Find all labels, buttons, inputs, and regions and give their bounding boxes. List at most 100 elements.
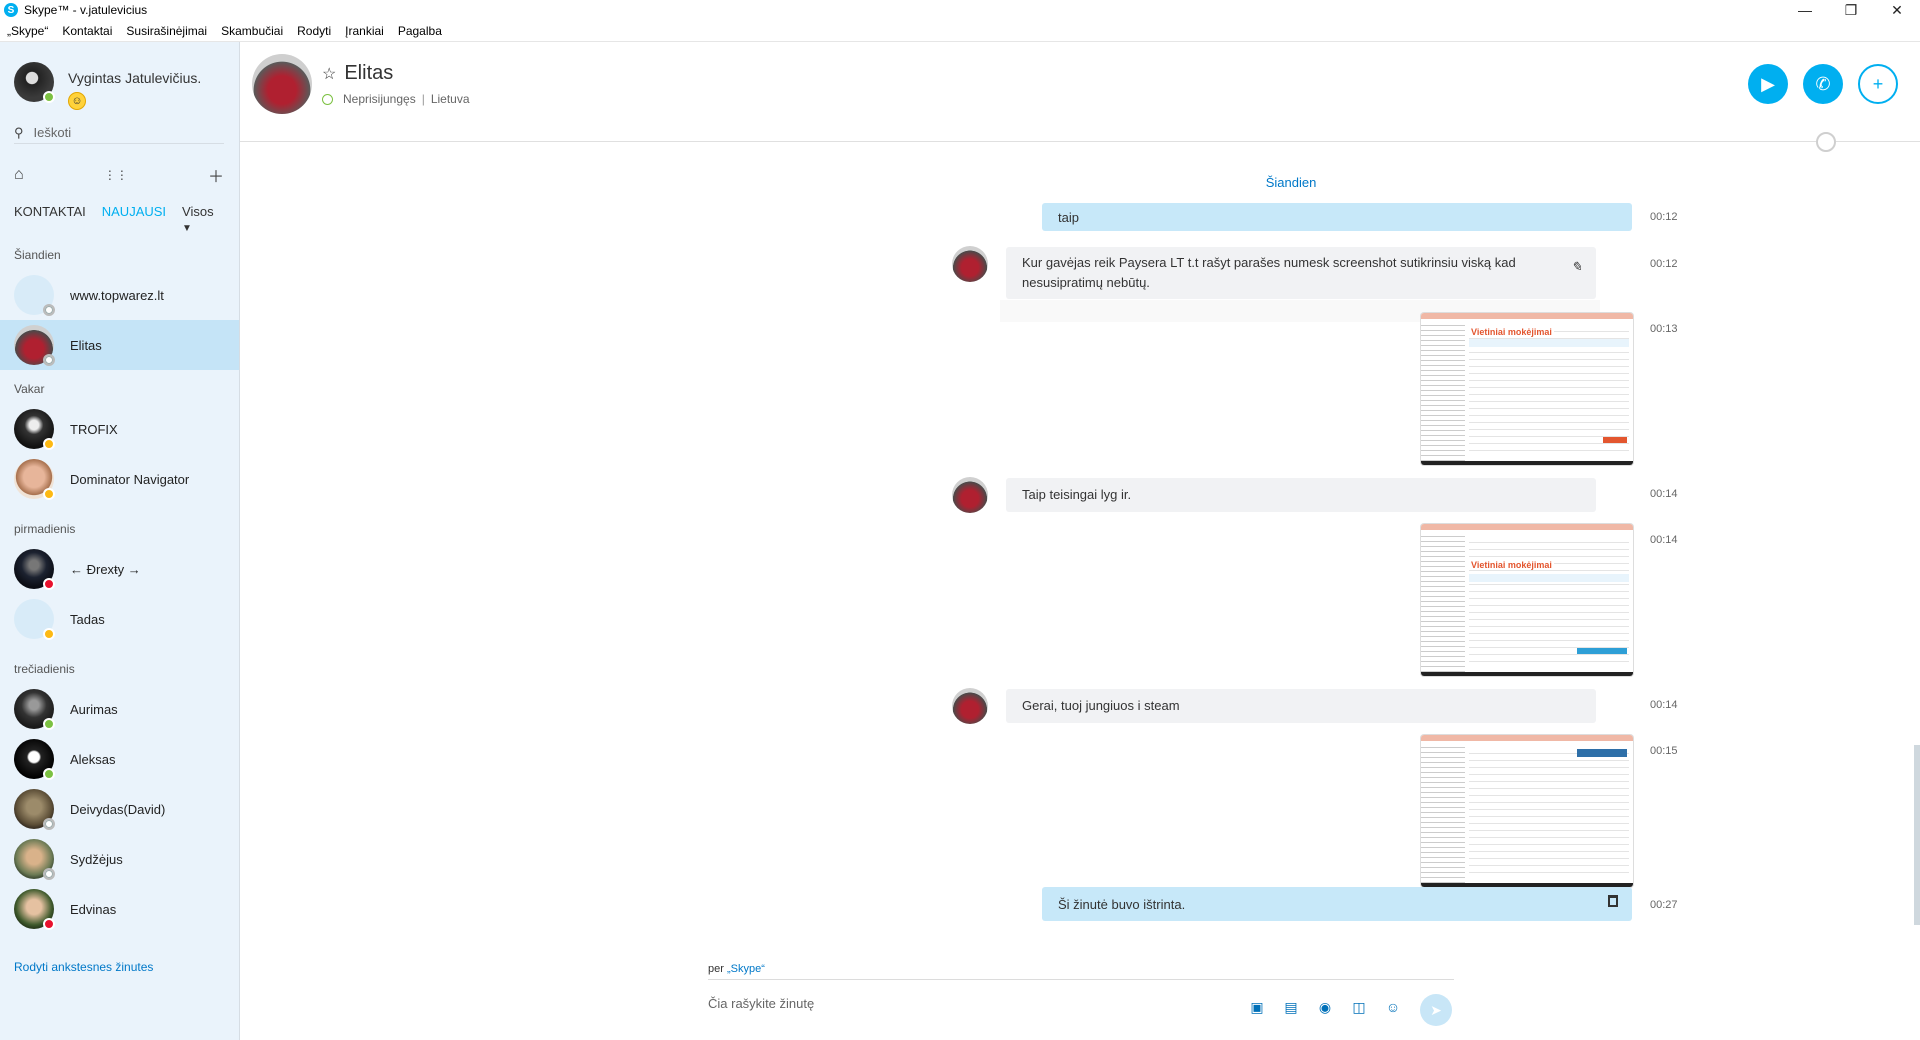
image-button <box>1603 437 1627 443</box>
close-icon[interactable]: ✕ <box>1874 0 1920 20</box>
status-away-icon <box>43 628 55 640</box>
status-offline-icon <box>43 304 55 316</box>
maximize-icon[interactable]: ❐ <box>1828 0 1874 20</box>
avatar[interactable] <box>952 688 988 724</box>
menu-calls[interactable]: Skambučiai <box>214 24 290 38</box>
image-notice <box>1469 339 1629 347</box>
contact-name: TROFIX <box>70 421 118 437</box>
trash-icon <box>1608 895 1618 907</box>
video-camera-icon: ▶ <box>1761 73 1775 94</box>
message-time: 00:13 <box>1650 323 1678 335</box>
tab-contacts[interactable]: KONTAKTAI <box>14 204 86 234</box>
status-offline-icon <box>43 818 55 830</box>
contact-status: Neprisijungęs | Lietuva <box>322 92 470 106</box>
contact-item[interactable]: www.topwarez.lt <box>0 270 239 320</box>
menu-contacts[interactable]: Kontaktai <box>55 24 119 38</box>
profile[interactable]: Vygintas Jatulevičius. ☺ <box>14 62 201 110</box>
contact-item[interactable]: ← Ðrexŧy → <box>0 544 239 594</box>
avatar[interactable] <box>252 54 312 114</box>
dialpad-icon[interactable]: ⋮⋮ <box>104 168 128 182</box>
filter-dropdown[interactable]: Visos ▼ <box>182 204 230 234</box>
incoming-message[interactable]: Kur gavėjas reik Paysera LT t.t rašyt pa… <box>1006 247 1596 299</box>
add-people-button[interactable]: + <box>1858 64 1898 104</box>
send-arrow-icon: ➤ <box>1430 1001 1442 1018</box>
mood-emoticon-icon[interactable]: ☺ <box>68 92 86 110</box>
video-message-icon[interactable]: ◉ <box>1315 998 1335 1016</box>
message-time: 00:15 <box>1650 745 1678 757</box>
scrollbar[interactable] <box>1914 745 1920 925</box>
search-icon: ⚲ <box>14 124 24 140</box>
avatar[interactable] <box>14 62 55 103</box>
group-label-monday: pirmadienis <box>14 522 76 536</box>
minimize-icon[interactable]: — <box>1782 0 1828 20</box>
status-offline-icon <box>43 354 55 366</box>
contact-item[interactable]: Edvinas <box>0 884 239 934</box>
contact-item[interactable]: Aleksas <box>0 734 239 784</box>
send-via: per „Skype“ <box>708 963 765 975</box>
add-icon[interactable]: ＋ <box>208 163 224 187</box>
menu-help[interactable]: Pagalba <box>391 24 449 38</box>
send-button[interactable]: ➤ <box>1420 994 1452 1026</box>
image-sidebar <box>1421 532 1465 672</box>
avatar[interactable] <box>952 477 988 513</box>
tab-recent[interactable]: NAUJAUSI <box>102 204 166 234</box>
favorite-star-icon[interactable]: ☆ <box>322 64 336 84</box>
contact-item[interactable]: Dominator Navigator <box>0 454 239 504</box>
message-time: 00:14 <box>1650 534 1678 546</box>
chevron-down-icon: ▼ <box>182 223 192 234</box>
video-call-button[interactable]: ▶ <box>1748 64 1788 104</box>
search-input[interactable]: Ieškoti <box>34 125 72 140</box>
contact-item[interactable]: Aurimas <box>0 684 239 734</box>
menu-view[interactable]: Rodyti <box>290 24 338 38</box>
status-offline-icon <box>322 93 333 105</box>
image-bottom-bar <box>1421 461 1633 465</box>
image-attachment[interactable]: Vietiniai mokėjimai <box>1421 313 1633 465</box>
default-avatar-icon <box>14 275 55 316</box>
emoticon-icon[interactable]: ☺ <box>1383 998 1403 1016</box>
contact-name: Aleksas <box>70 751 116 767</box>
home-icon[interactable]: ⌂ <box>14 166 24 184</box>
via-service-link[interactable]: „Skype“ <box>727 963 765 975</box>
online-status-icon <box>43 91 55 103</box>
incoming-message[interactable]: Taip teisingai lyg ir. <box>1006 478 1596 512</box>
image-button <box>1577 648 1627 654</box>
location-text: Lietuva <box>430 92 470 106</box>
message-text: Ši žinutė buvo ištrinta. <box>1058 896 1186 912</box>
send-file-icon[interactable]: ▤ <box>1281 998 1301 1016</box>
contact-item[interactable]: Sydžėjus <box>0 834 239 884</box>
outgoing-message[interactable]: taip <box>1042 203 1632 231</box>
phone-icon: ✆ <box>1815 73 1831 94</box>
avatar <box>14 549 55 590</box>
contact-item[interactable]: TROFIX <box>0 404 239 454</box>
send-contact-icon[interactable]: ◫ <box>1349 998 1369 1016</box>
contact-item[interactable]: Tadas <box>0 594 239 644</box>
message-input[interactable]: Čia rašykite žinutę <box>708 996 814 1011</box>
image-attachment[interactable]: Vietiniai mokėjimai <box>1421 524 1633 676</box>
message-text: taip <box>1058 209 1079 225</box>
contact-item[interactable]: Deivydas(David) <box>0 784 239 834</box>
search-box[interactable]: ⚲ Ieškoti <box>14 122 224 144</box>
nav-icons: ⌂ ⋮⋮ ＋ <box>14 162 224 188</box>
avatar <box>14 889 55 930</box>
contact-name: www.topwarez.lt <box>70 287 164 303</box>
show-earlier-messages-link[interactable]: Rodyti ankstesnes žinutes <box>14 960 153 974</box>
incoming-message[interactable]: Gerai, tuoj jungiuos i steam <box>1006 689 1596 723</box>
contact-item-selected[interactable]: Elitas <box>0 320 239 370</box>
via-label: per <box>708 963 724 975</box>
voice-call-button[interactable]: ✆ <box>1803 64 1843 104</box>
menu-tools[interactable]: Įrankiai <box>338 24 391 38</box>
image-sidebar <box>1421 743 1465 883</box>
menu-skype[interactable]: „Skype“ <box>0 24 55 38</box>
image-notice <box>1577 749 1627 757</box>
send-image-icon[interactable]: ▣ <box>1247 998 1267 1016</box>
menu-conversations[interactable]: Susirašinėjimai <box>119 24 214 38</box>
avatar <box>14 325 55 366</box>
add-person-icon: + <box>1872 73 1884 94</box>
message-text: Kur gavėjas reik Paysera LT t.t rašyt pa… <box>1022 255 1516 290</box>
deleted-message[interactable]: Ši žinutė buvo ištrinta. <box>1042 887 1632 921</box>
filter-label: Visos <box>182 204 214 219</box>
image-title: Vietiniai mokėjimai <box>1469 560 1554 570</box>
image-attachment[interactable] <box>1421 735 1633 887</box>
avatar[interactable] <box>952 246 988 282</box>
menu-bar: „Skype“ Kontaktai Susirašinėjimai Skambu… <box>0 20 1920 42</box>
